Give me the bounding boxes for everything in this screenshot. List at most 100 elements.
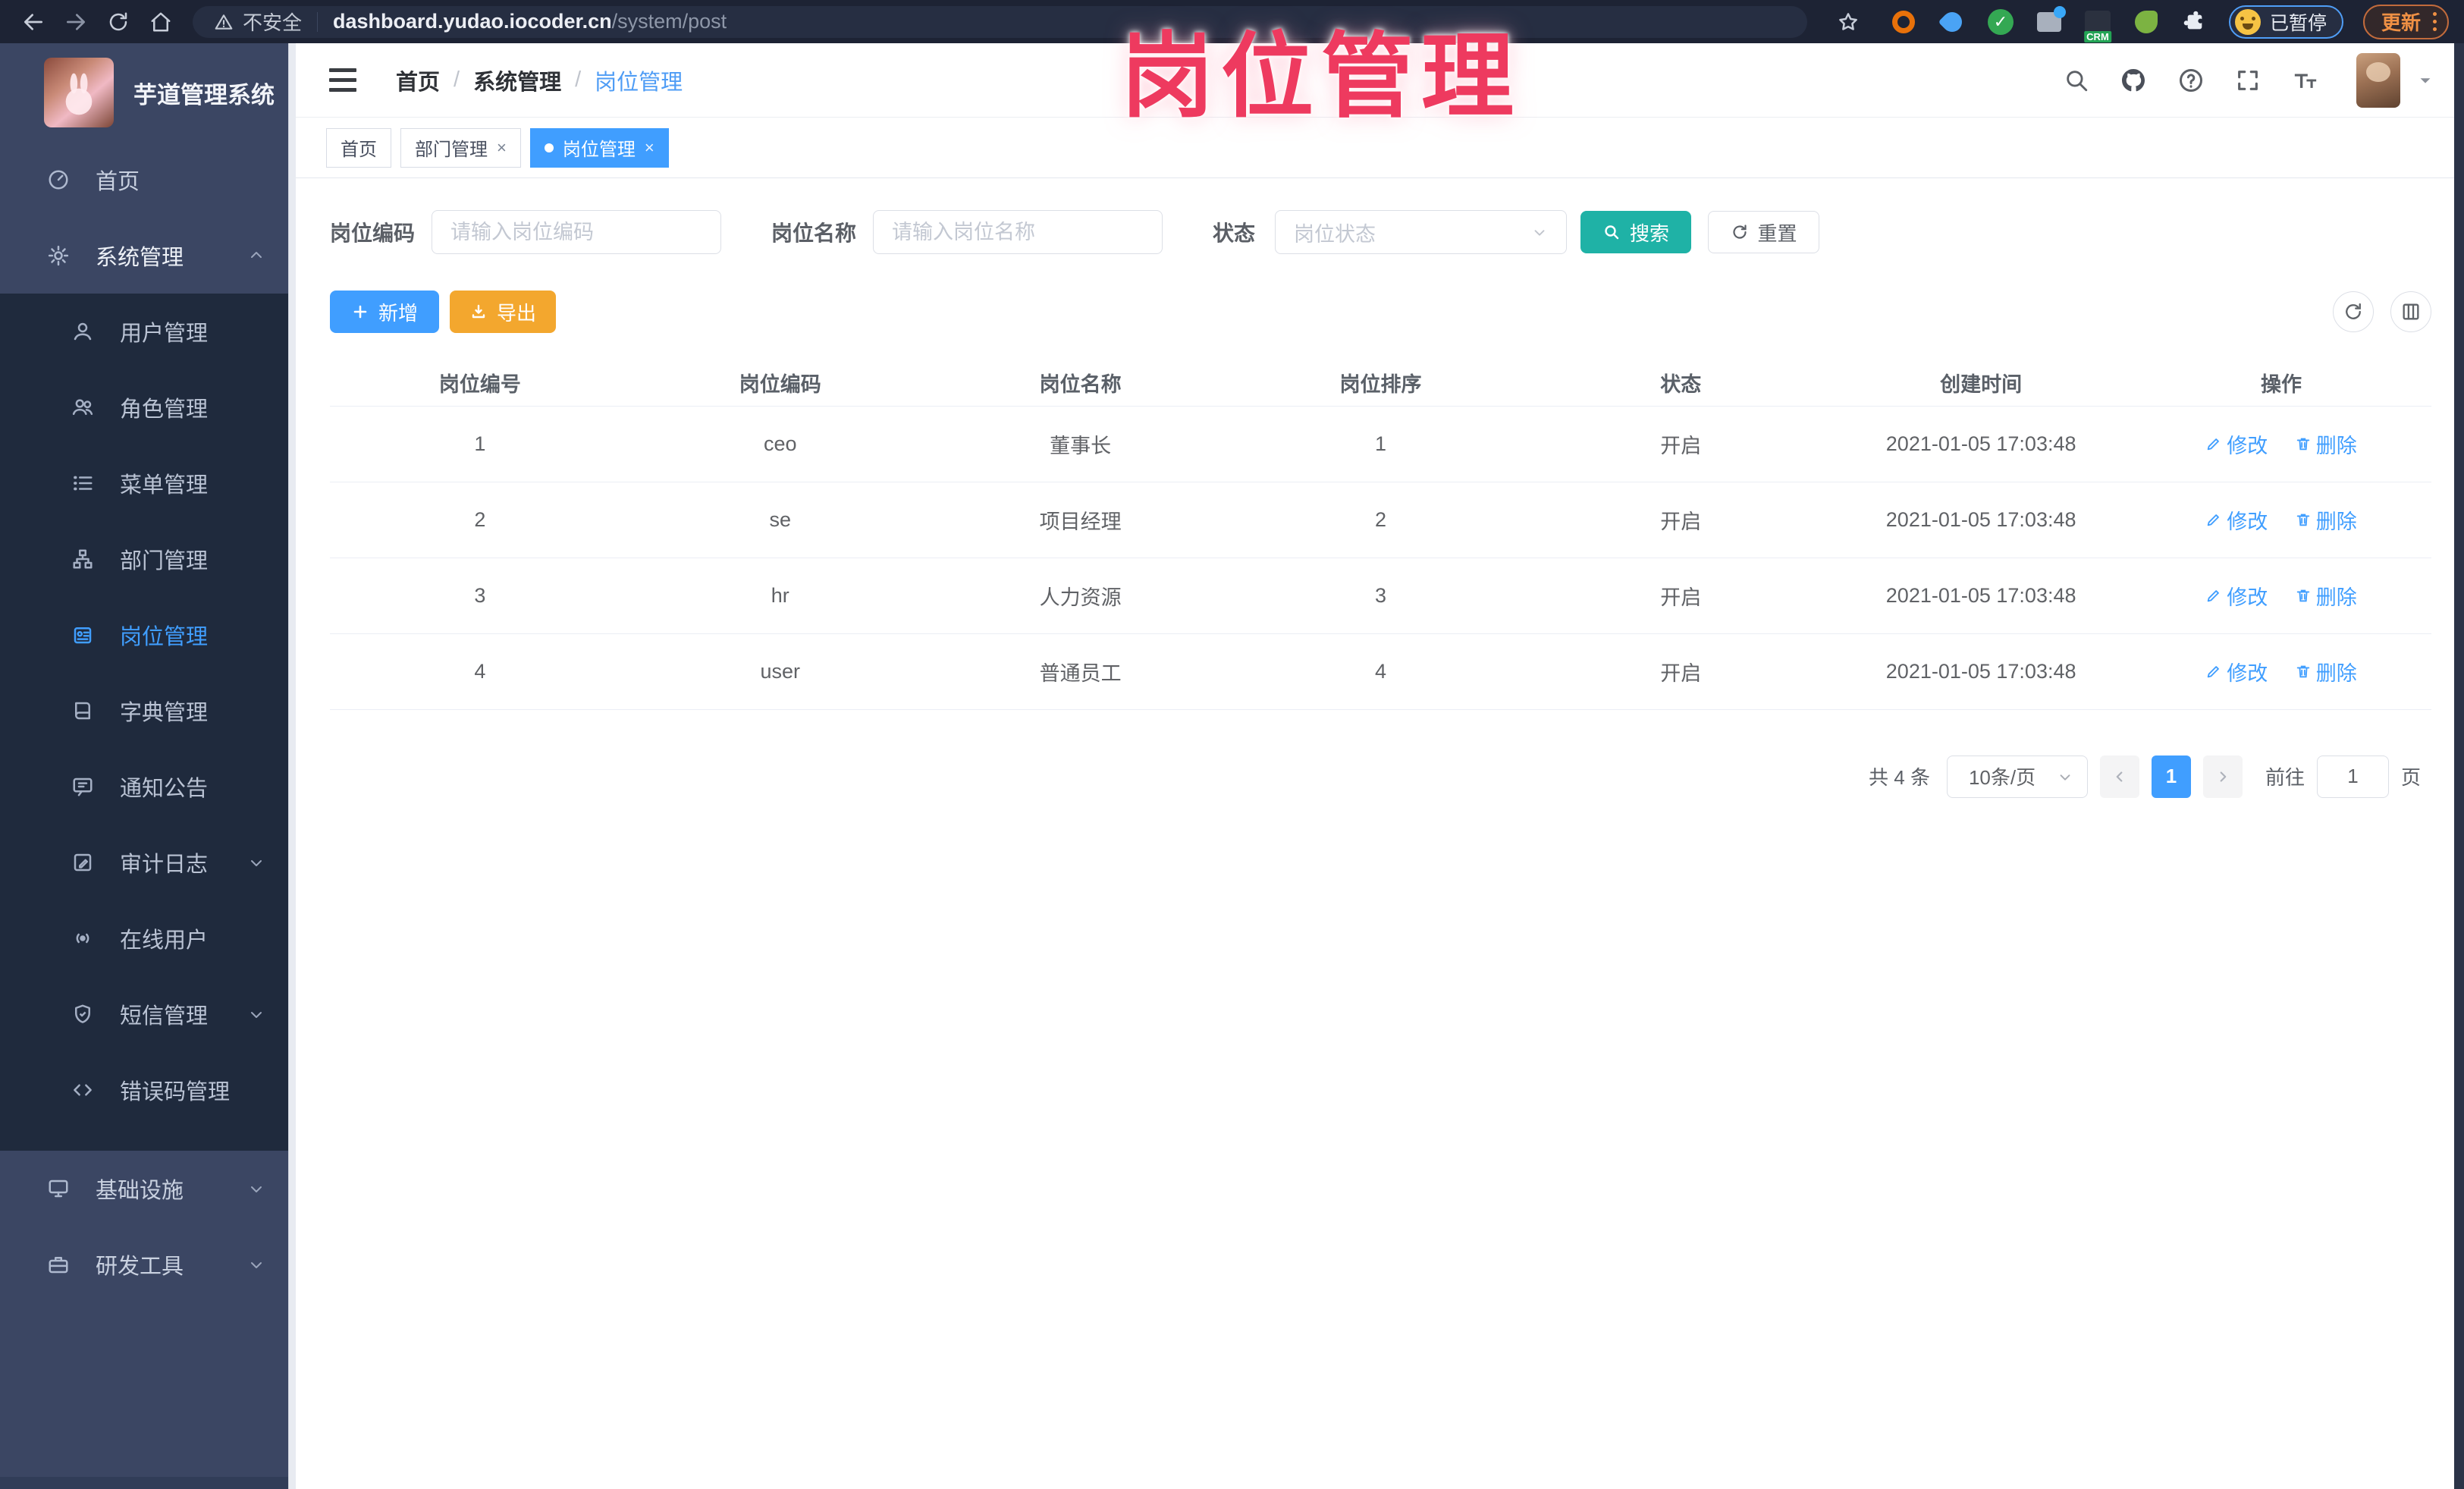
breadcrumb-home[interactable]: 首页 <box>396 64 440 96</box>
post-code-label: 岗位编码 <box>330 221 416 245</box>
status-select[interactable]: 岗位状态 <box>1275 210 1568 254</box>
browser-home-button[interactable] <box>140 5 182 39</box>
post-code-input[interactable] <box>450 220 703 244</box>
sidebar-item-sms[interactable]: 短信管理 <box>0 976 296 1052</box>
table-settings <box>2333 291 2431 332</box>
next-page-button[interactable] <box>2202 755 2243 798</box>
post-name-label: 岗位名称 <box>771 221 857 245</box>
column-settings-button[interactable] <box>2390 291 2431 332</box>
code-icon <box>71 1079 94 1101</box>
github-icon[interactable] <box>2120 67 2147 94</box>
sidebar-item-dev-tools[interactable]: 研发工具 <box>0 1227 296 1302</box>
sidebar-item-posts[interactable]: 岗位管理 <box>0 597 296 673</box>
tab-departments[interactable]: 部门管理 × <box>400 127 521 168</box>
browser-update-button[interactable]: 更新 <box>2362 4 2449 39</box>
browser-forward-button[interactable] <box>55 5 97 39</box>
tab-posts-active[interactable]: 岗位管理 × <box>529 127 669 168</box>
breadcrumb-system[interactable]: 系统管理 <box>473 64 561 96</box>
address-bar[interactable]: 不安全 dashboard.yudao.iocoder.cn /system/p… <box>193 5 1807 38</box>
fullscreen-icon[interactable] <box>2235 68 2261 93</box>
sidebar-item-system[interactable]: 系统管理 <box>0 218 296 294</box>
extension-crm-icon[interactable]: CRM <box>2083 8 2112 42</box>
extensions-puzzle-button[interactable] <box>2180 8 2209 36</box>
sidebar-item-dictionary[interactable]: 字典管理 <box>0 673 296 749</box>
post-code-field[interactable] <box>432 210 722 254</box>
extension-leaf-icon[interactable] <box>2132 8 2161 36</box>
sidebar-item-notices[interactable]: 通知公告 <box>0 749 296 825</box>
extension-pin-icon[interactable] <box>1938 8 1966 36</box>
sidebar-item-error-codes[interactable]: 错误码管理 <box>0 1052 296 1128</box>
annotation-overlay-title: 岗位管理 <box>1121 25 1521 128</box>
tab-home[interactable]: 首页 <box>326 127 391 168</box>
refresh-table-button[interactable] <box>2333 291 2374 332</box>
trash-icon <box>2295 435 2312 452</box>
sidebar-item-home[interactable]: 首页 <box>0 142 296 218</box>
sidebar-toggle-button[interactable] <box>326 64 359 96</box>
table-row: 1 ceo 董事长 1 开启 2021-01-05 17:03:48 修改 删除 <box>330 406 2431 482</box>
table-row: 3 hr 人力资源 3 开启 2021-01-05 17:03:48 修改 删除 <box>330 558 2431 634</box>
reset-button[interactable]: 重置 <box>1708 211 1820 253</box>
delete-link[interactable]: 删除 <box>2295 429 2357 459</box>
sidebar-item-menus[interactable]: 菜单管理 <box>0 445 296 521</box>
sidebar-menu: 首页 系统管理 用户管理 角色管理 菜单管理 部门管理 岗位管理 字典管理 通知… <box>0 142 296 1477</box>
url-path: /system/post <box>611 10 727 33</box>
window-scrollbar[interactable] <box>2454 43 2464 1489</box>
security-label: 不安全 <box>243 11 303 34</box>
col-post-sort: 岗位排序 <box>1230 360 1531 407</box>
font-size-icon[interactable] <box>2291 68 2320 93</box>
delete-link[interactable]: 删除 <box>2295 657 2357 686</box>
caret-down-icon[interactable] <box>2417 72 2434 89</box>
search-form: 岗位编码 岗位名称 状态 岗位状态 <box>330 210 2431 254</box>
edit-link[interactable]: 修改 <box>2205 505 2268 535</box>
edit-link[interactable]: 修改 <box>2205 581 2268 611</box>
browser-menu-icon[interactable] <box>2433 12 2437 31</box>
sidebar-item-audit-log[interactable]: 审计日志 <box>0 825 296 900</box>
col-post-name: 岗位名称 <box>930 360 1231 407</box>
delete-link[interactable]: 删除 <box>2295 581 2357 611</box>
breadcrumb-separator: / <box>575 68 582 92</box>
org-tree-icon <box>71 548 94 570</box>
post-name-field[interactable] <box>873 210 1163 254</box>
sidebar-item-infrastructure[interactable]: 基础设施 <box>0 1151 296 1227</box>
sidebar-item-online-users[interactable]: 在线用户 <box>0 900 296 976</box>
goto-page-input[interactable] <box>2316 755 2389 798</box>
page-number-1[interactable]: 1 <box>2151 755 2191 798</box>
url-host: dashboard.yudao.iocoder.cn <box>333 10 612 33</box>
help-icon[interactable] <box>2177 67 2205 94</box>
browser-reload-button[interactable] <box>97 5 140 39</box>
user-avatar[interactable] <box>2356 52 2400 108</box>
extension-check-icon[interactable]: ✓ <box>1986 8 2015 36</box>
close-icon[interactable]: × <box>645 139 654 156</box>
bookmark-star-button[interactable] <box>1827 5 1869 39</box>
sidebar-item-roles[interactable]: 角色管理 <box>0 369 296 445</box>
sidebar-item-users[interactable]: 用户管理 <box>0 294 296 369</box>
add-button[interactable]: 新增 <box>330 291 439 333</box>
edit-icon <box>2205 587 2222 604</box>
browser-back-button[interactable] <box>12 5 55 39</box>
sidebar-bottom-edge <box>0 1477 296 1489</box>
search-button[interactable]: 搜索 <box>1580 211 1692 253</box>
col-post-id: 岗位编号 <box>330 360 630 407</box>
edit-link[interactable]: 修改 <box>2205 429 2268 459</box>
posts-table: 岗位编号 岗位编码 岗位名称 岗位排序 状态 创建时间 操作 1 ceo 董事长… <box>330 360 2431 710</box>
close-icon[interactable]: × <box>497 139 507 156</box>
search-icon[interactable] <box>2064 68 2089 93</box>
profile-paused-chip[interactable]: 已暂停 <box>2228 5 2343 39</box>
delete-link[interactable]: 删除 <box>2295 505 2357 535</box>
sidebar-item-departments[interactable]: 部门管理 <box>0 521 296 597</box>
chevron-right-icon <box>2220 771 2227 782</box>
page-size-select[interactable]: 10条/页 <box>1946 755 2088 798</box>
chevron-down-icon <box>2057 768 2073 785</box>
extension-orange-icon[interactable] <box>1889 8 1918 36</box>
prev-page-button[interactable] <box>2099 755 2139 798</box>
sidebar-scrollbar[interactable] <box>288 43 296 1489</box>
status-text: 开启 <box>1530 558 1832 634</box>
export-button[interactable]: 导出 <box>450 291 556 333</box>
extension-grid-icon[interactable] <box>2035 5 2066 36</box>
post-name-input[interactable] <box>892 220 1144 244</box>
puzzle-icon <box>2183 11 2202 29</box>
edit-link[interactable]: 修改 <box>2205 657 2268 686</box>
book-icon <box>71 699 94 722</box>
chevron-down-icon <box>1531 224 1548 240</box>
security-status[interactable]: 不安全 <box>214 8 302 36</box>
